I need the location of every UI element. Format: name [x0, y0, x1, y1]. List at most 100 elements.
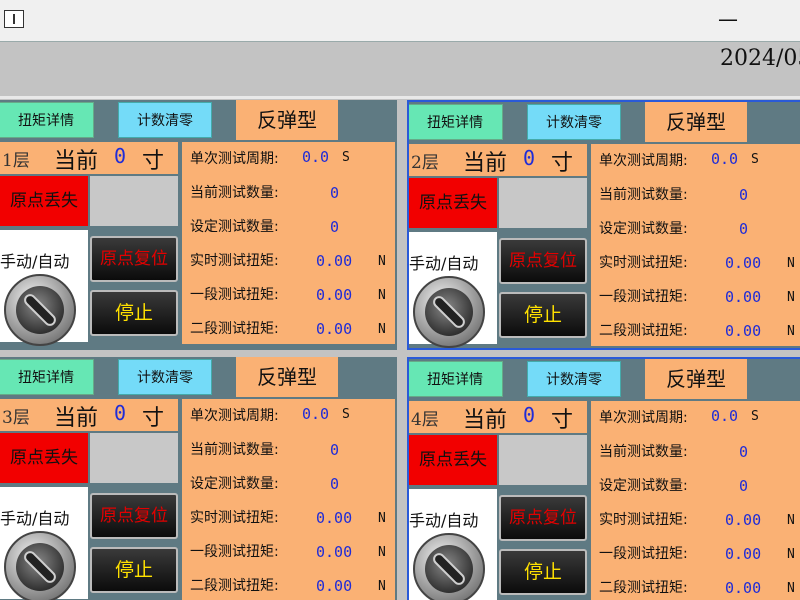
stop-button[interactable]: 停止: [499, 549, 587, 595]
stage2-torque-value: 0.00: [316, 577, 353, 595]
current-unit: 寸: [142, 406, 165, 431]
stop-button[interactable]: 停止: [499, 292, 587, 338]
set-count-label: 设定测试数量:: [190, 219, 279, 235]
current-value: 0: [523, 403, 536, 427]
torque-detail-button[interactable]: 扭矩详情: [0, 102, 94, 138]
type-label: 反弹型: [236, 357, 338, 397]
cycle-time-label: 单次测试周期:: [190, 408, 279, 424]
origin-lost-indicator: 原点丢失: [0, 176, 88, 226]
set-count-value: 0: [739, 477, 749, 495]
origin-lost-indicator: 原点丢失: [409, 435, 497, 485]
current-value: 0: [114, 144, 127, 168]
realtime-torque-value: 0.00: [316, 509, 353, 527]
origin-lost-indicator: 原点丢失: [409, 178, 497, 228]
current-label: 当前: [54, 149, 99, 174]
stop-button[interactable]: 停止: [90, 547, 178, 593]
cycle-time-unit: S: [751, 152, 759, 167]
stage1-torque-value: 0.00: [725, 545, 762, 563]
origin-reset-button[interactable]: 原点复位: [499, 238, 587, 284]
realtime-torque-unit: N: [787, 256, 795, 271]
cycle-time-value: 0.0: [302, 405, 330, 423]
origin-reset-button[interactable]: 原点复位: [90, 236, 178, 282]
floor-status-box: 2层 当前 0 寸: [409, 144, 587, 176]
current-count-label: 当前测试数量:: [599, 187, 688, 203]
current-count-value: 0: [739, 443, 749, 461]
stage2-torque-label: 二段测试扭矩:: [190, 578, 279, 594]
floor-panel-3: 扭矩详情 计数清零 反弹型 3层 当前 0 寸 原点丢失 手动/自动 原点复位 …: [0, 357, 397, 600]
current-count-value: 0: [739, 186, 749, 204]
current-count-label: 当前测试数量:: [190, 185, 279, 201]
set-count-value: 0: [739, 220, 749, 238]
current-value: 0: [114, 401, 127, 425]
test-info-box: 单次测试周期: 0.0 S 当前测试数量: 0 设定测试数量: 0 实时测试扭矩…: [591, 144, 800, 346]
torque-detail-button[interactable]: 扭矩详情: [0, 359, 94, 395]
current-unit: 寸: [142, 149, 165, 174]
stage2-torque-label: 二段测试扭矩:: [599, 323, 688, 339]
torque-detail-button[interactable]: 扭矩详情: [409, 361, 503, 397]
set-count-value: 0: [330, 218, 340, 236]
stage1-torque-label: 一段测试扭矩:: [599, 289, 688, 305]
cycle-time-unit: S: [342, 150, 350, 165]
stage1-torque-unit: N: [378, 288, 386, 303]
mode-selector-knob-icon[interactable]: [413, 533, 485, 600]
floor-panel-4: 扭矩详情 计数清零 反弹型 4层 当前 0 寸 原点丢失 手动/自动 原点复位 …: [407, 357, 800, 600]
mode-selector-knob-icon[interactable]: [4, 531, 76, 600]
stage1-torque-value: 0.00: [316, 286, 353, 304]
floor-label: 2层: [411, 153, 439, 173]
type-label: 反弹型: [645, 359, 747, 399]
origin-reset-button[interactable]: 原点复位: [90, 493, 178, 539]
current-label: 当前: [463, 151, 508, 176]
set-count-label: 设定测试数量:: [190, 476, 279, 492]
manual-auto-label: 手动/自动: [0, 252, 70, 271]
stage2-torque-unit: N: [378, 579, 386, 594]
realtime-torque-unit: N: [787, 513, 795, 528]
stop-button[interactable]: 停止: [90, 290, 178, 336]
current-label: 当前: [54, 406, 99, 431]
realtime-torque-value: 0.00: [316, 252, 353, 270]
mode-selector-knob-icon[interactable]: [413, 276, 485, 348]
current-count-label: 当前测试数量:: [190, 442, 279, 458]
stage1-torque-label: 一段测试扭矩:: [190, 287, 279, 303]
floor-panel-2: 扭矩详情 计数清零 反弹型 2层 当前 0 寸 原点丢失 手动/自动 原点复位 …: [407, 100, 800, 350]
cycle-time-unit: S: [751, 409, 759, 424]
origin-reset-button[interactable]: 原点复位: [499, 495, 587, 541]
mode-selector-knob-icon[interactable]: [4, 274, 76, 346]
stage2-torque-value: 0.00: [725, 579, 762, 597]
current-unit: 寸: [551, 151, 574, 176]
cycle-time-value: 0.0: [302, 148, 330, 166]
realtime-torque-unit: N: [378, 254, 386, 269]
current-count-value: 0: [330, 184, 340, 202]
status-lamp: [90, 433, 178, 483]
minimize-button[interactable]: —: [712, 6, 744, 34]
realtime-torque-value: 0.00: [725, 511, 762, 529]
title-bar: —: [0, 0, 800, 42]
stage1-torque-value: 0.00: [316, 543, 353, 561]
count-clear-button[interactable]: 计数清零: [527, 361, 621, 397]
realtime-torque-label: 实时测试扭矩:: [190, 253, 279, 269]
current-value: 0: [523, 146, 536, 170]
count-clear-button[interactable]: 计数清零: [118, 359, 212, 395]
set-count-label: 设定测试数量:: [599, 478, 688, 494]
floor-label: 3层: [2, 408, 30, 428]
stage2-torque-value: 0.00: [725, 322, 762, 340]
realtime-torque-label: 实时测试扭矩:: [190, 510, 279, 526]
stage1-torque-unit: N: [787, 290, 795, 305]
count-clear-button[interactable]: 计数清零: [527, 104, 621, 140]
test-info-box: 单次测试周期: 0.0 S 当前测试数量: 0 设定测试数量: 0 实时测试扭矩…: [182, 142, 395, 344]
floor-status-box: 4层 当前 0 寸: [409, 401, 587, 433]
header-bar: 2024/05: [0, 42, 800, 96]
floor-status-box: 3层 当前 0 寸: [0, 399, 178, 431]
current-count-label: 当前测试数量:: [599, 444, 688, 460]
stage2-torque-unit: N: [378, 322, 386, 337]
count-clear-button[interactable]: 计数清零: [118, 102, 212, 138]
floor-panel-1: 扭矩详情 计数清零 反弹型 1层 当前 0 寸 原点丢失 手动/自动 原点复位 …: [0, 100, 397, 350]
stage1-torque-unit: N: [378, 545, 386, 560]
cycle-time-value: 0.0: [711, 150, 739, 168]
floor-label: 1层: [2, 151, 30, 171]
cycle-time-value: 0.0: [711, 407, 739, 425]
stage1-torque-value: 0.00: [725, 288, 762, 306]
torque-detail-button[interactable]: 扭矩详情: [409, 104, 503, 140]
stage2-torque-unit: N: [787, 324, 795, 339]
realtime-torque-label: 实时测试扭矩:: [599, 255, 688, 271]
stage1-torque-unit: N: [787, 547, 795, 562]
